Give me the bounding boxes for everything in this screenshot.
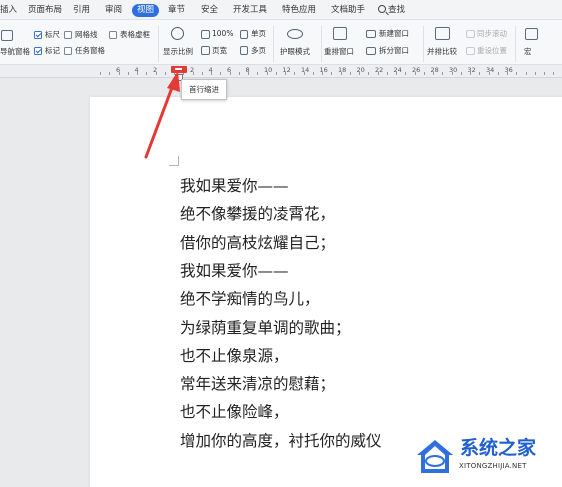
watermark-url: XITONGZHIJIA.NET bbox=[459, 462, 527, 470]
house-logo-icon bbox=[417, 440, 453, 473]
watermark-title: 系统之家 bbox=[460, 437, 537, 459]
annotation-arrow-icon bbox=[144, 71, 180, 159]
first-line-indent-tooltip: 首行缩进 bbox=[181, 79, 227, 100]
wps-writer-window: 插入 页面布局 引用 审阅 视图 章节 安全 开发工具 特色应用 文档助手 查找… bbox=[0, 0, 562, 487]
site-watermark: 系统之家 XITONGZHIJIA.NET bbox=[410, 434, 562, 487]
